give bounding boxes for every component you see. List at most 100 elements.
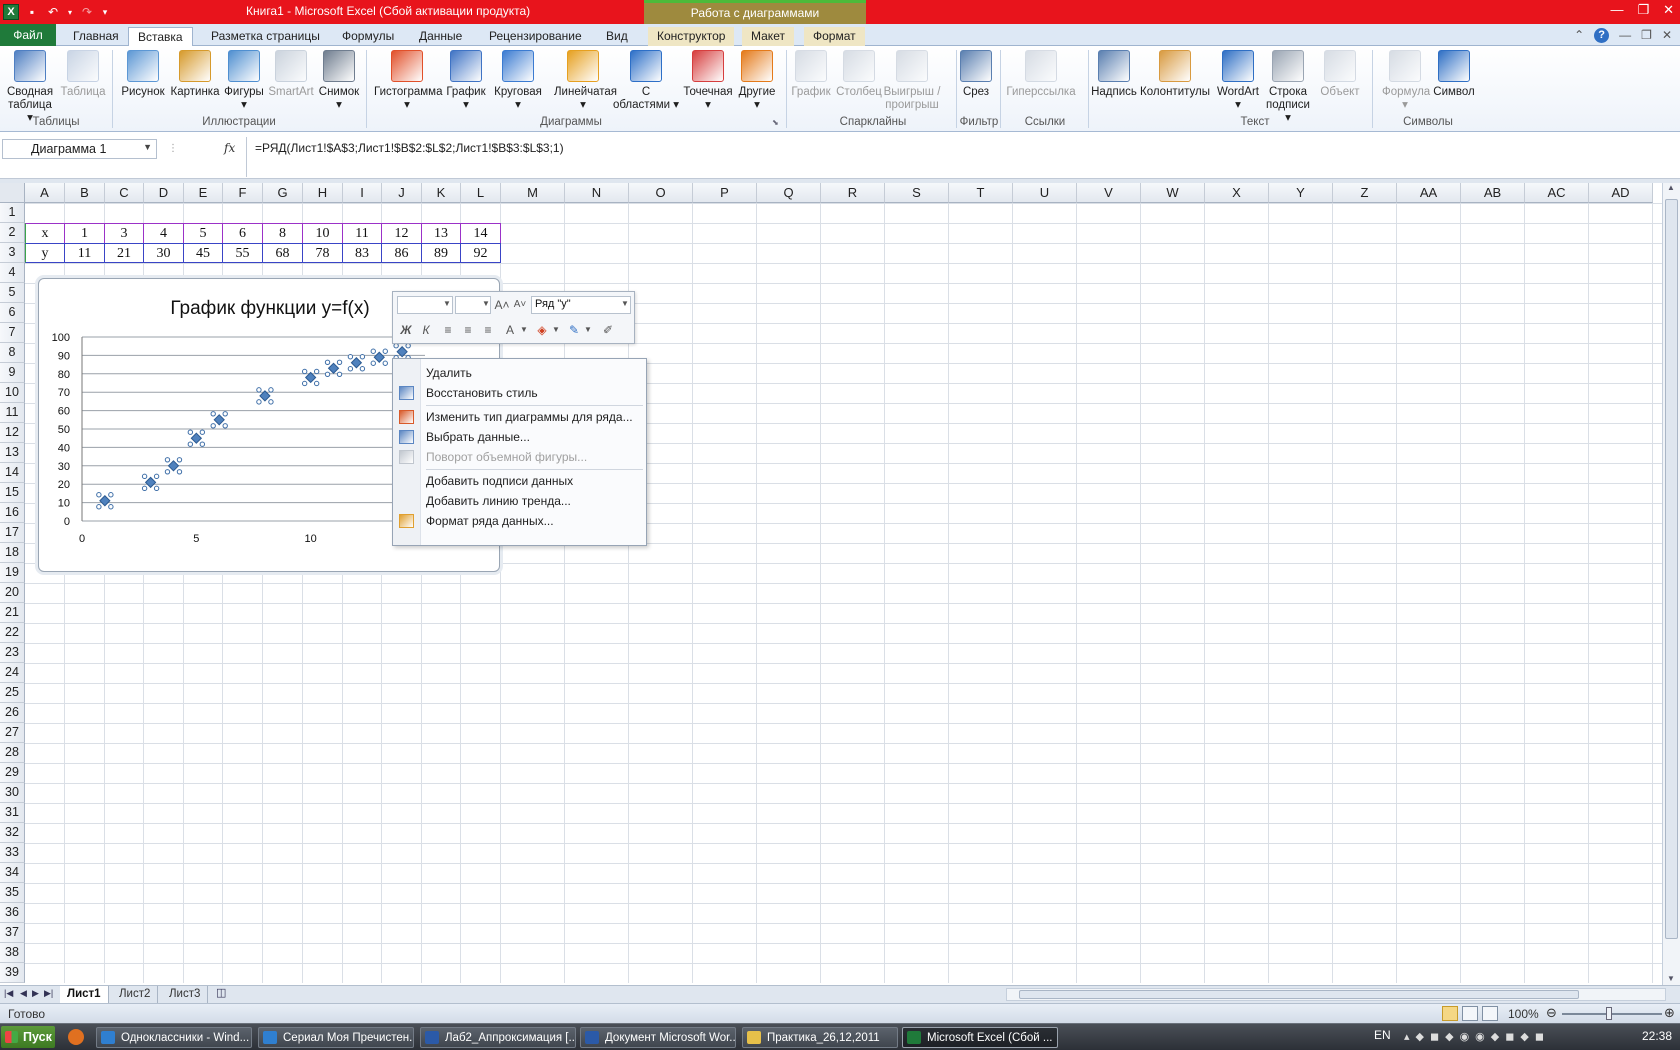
row-header[interactable]: 11 xyxy=(0,403,25,423)
ribbon-button-table[interactable]: Таблица xyxy=(58,50,108,99)
ribbon-button-picture[interactable]: Рисунок xyxy=(120,50,166,99)
horizontal-scrollbar[interactable] xyxy=(1006,988,1666,1001)
minimize-ribbon-icon[interactable]: ⌃ xyxy=(1574,28,1584,43)
row-header[interactable]: 20 xyxy=(0,583,25,603)
zoom-out-icon[interactable]: ⊖ xyxy=(1546,1005,1557,1021)
sheet-tab[interactable]: Лист1 xyxy=(60,986,109,1003)
grow-font-icon[interactable]: A˄ xyxy=(493,296,511,314)
row-header[interactable]: 5 xyxy=(0,283,25,303)
horizontal-scroll-thumb[interactable] xyxy=(1019,990,1579,999)
tab-view[interactable]: Вид xyxy=(597,27,637,46)
menu-reset-style[interactable]: Восстановить стиль xyxy=(393,383,646,403)
firefox-icon[interactable] xyxy=(68,1029,84,1045)
ribbon-button-sparkline-column[interactable]: Столбец xyxy=(836,50,882,99)
cell[interactable]: x xyxy=(25,223,65,243)
row-header[interactable]: 36 xyxy=(0,903,25,923)
row-header[interactable]: 16 xyxy=(0,503,25,523)
restore-icon[interactable]: ❐ xyxy=(1637,2,1649,18)
tray-icons[interactable]: ▴◆◼◆◉◉◆◼◆◼ xyxy=(1404,1030,1550,1043)
tab-design[interactable]: Конструктор xyxy=(648,27,735,46)
start-button[interactable]: Пуск xyxy=(1,1026,55,1048)
row-header[interactable]: 4 xyxy=(0,263,25,283)
column-header[interactable]: O xyxy=(629,183,693,203)
row-header[interactable]: 29 xyxy=(0,763,25,783)
ribbon-button-signature-line[interactable]: Строка подписи ▾ xyxy=(1262,50,1314,125)
cell[interactable]: 12 xyxy=(382,223,422,243)
clock[interactable]: 22:38 xyxy=(1642,1029,1672,1043)
row-header[interactable]: 28 xyxy=(0,743,25,763)
column-header[interactable]: W xyxy=(1141,183,1205,203)
row-header[interactable]: 14 xyxy=(0,463,25,483)
ribbon-button-shapes[interactable]: Фигуры ▾ xyxy=(222,50,266,112)
row-header[interactable]: 12 xyxy=(0,423,25,443)
italic-icon[interactable]: К xyxy=(417,321,435,339)
taskbar-button[interactable]: Лаб2_Аппроксимация [... xyxy=(420,1027,576,1048)
cell[interactable]: 45 xyxy=(184,243,223,263)
chevron-down-icon[interactable]: ▼ xyxy=(443,299,451,308)
row-header[interactable]: 10 xyxy=(0,383,25,403)
column-header[interactable]: X xyxy=(1205,183,1269,203)
page-layout-view-icon[interactable] xyxy=(1462,1006,1478,1021)
chevron-down-icon[interactable]: ▼ xyxy=(143,142,152,152)
minimize-icon[interactable]: — xyxy=(1610,2,1623,18)
shrink-font-icon[interactable]: A˅ xyxy=(511,296,529,314)
ribbon-button-header-footer[interactable]: Колонтитулы xyxy=(1140,50,1210,99)
row-header[interactable]: 25 xyxy=(0,683,25,703)
row-header[interactable]: 19 xyxy=(0,563,25,583)
column-header[interactable]: L xyxy=(461,183,501,203)
row-header[interactable]: 33 xyxy=(0,843,25,863)
row-header[interactable]: 35 xyxy=(0,883,25,903)
ribbon-button-screenshot[interactable]: Снимок ▾ xyxy=(316,50,362,112)
tab-formulas[interactable]: Формулы xyxy=(333,27,403,46)
next-sheet-icon[interactable]: ▶ xyxy=(32,988,39,999)
row-header[interactable]: 13 xyxy=(0,443,25,463)
ribbon-button-symbol[interactable]: Символ xyxy=(1430,50,1478,99)
cell[interactable]: 11 xyxy=(343,223,382,243)
row-header[interactable]: 32 xyxy=(0,823,25,843)
column-header[interactable]: E xyxy=(184,183,223,203)
row-header[interactable]: 38 xyxy=(0,943,25,963)
ribbon-button-column-chart[interactable]: Гистограмма ▾ xyxy=(374,50,442,112)
column-header[interactable]: Y xyxy=(1269,183,1333,203)
cell[interactable]: 21 xyxy=(105,243,144,263)
row-header[interactable]: 15 xyxy=(0,483,25,503)
column-header[interactable]: T xyxy=(949,183,1013,203)
row-header[interactable]: 27 xyxy=(0,723,25,743)
taskbar-button[interactable]: Сериал Моя Пречистен... xyxy=(258,1027,414,1048)
ribbon-button-bar-chart[interactable]: Линейчатая ▾ xyxy=(554,50,617,112)
data-point[interactable] xyxy=(347,354,366,372)
cell[interactable]: 11 xyxy=(65,243,105,263)
column-header[interactable]: N xyxy=(565,183,629,203)
ribbon-button-textbox[interactable]: Надпись xyxy=(1090,50,1138,99)
insert-function-icon[interactable]: fx xyxy=(224,141,235,155)
cell[interactable]: 92 xyxy=(461,243,501,263)
zoom-level[interactable]: 100% xyxy=(1508,1007,1539,1021)
tab-format[interactable]: Формат xyxy=(804,27,865,46)
column-header[interactable]: S xyxy=(885,183,949,203)
row-header[interactable]: 23 xyxy=(0,643,25,663)
tab-data[interactable]: Данные xyxy=(410,27,471,46)
sheet-tab[interactable]: Лист2 xyxy=(112,986,159,1003)
column-header[interactable]: V xyxy=(1077,183,1141,203)
column-header[interactable]: I xyxy=(343,183,382,203)
row-header[interactable]: 9 xyxy=(0,363,25,383)
chart-title[interactable]: График функции y=f(x) xyxy=(170,298,369,319)
page-break-view-icon[interactable] xyxy=(1482,1006,1498,1021)
ribbon-button-object[interactable]: Объект xyxy=(1318,50,1362,99)
formula-input[interactable]: =РЯД(Лист1!$A$3;Лист1!$B$2:$L$2;Лист1!$B… xyxy=(246,137,1666,177)
data-point[interactable] xyxy=(96,492,114,510)
column-header[interactable]: K xyxy=(422,183,461,203)
cell[interactable]: 10 xyxy=(303,223,343,243)
doc-minimize-icon[interactable]: — xyxy=(1619,28,1631,43)
ribbon-button-other-charts[interactable]: Другие ▾ xyxy=(734,50,780,112)
tab-page-layout[interactable]: Разметка страницы xyxy=(202,27,329,46)
row-header[interactable]: 26 xyxy=(0,703,25,723)
last-sheet-icon[interactable]: ▶| xyxy=(44,988,53,999)
tab-insert[interactable]: Вставка xyxy=(128,27,193,46)
name-box[interactable]: Диаграмма 1 ▼ xyxy=(2,139,157,159)
tab-home[interactable]: Главная xyxy=(64,27,128,46)
ribbon-button-sparkline-line[interactable]: График xyxy=(788,50,834,99)
column-header[interactable]: Z xyxy=(1333,183,1397,203)
menu-delete[interactable]: Удалить xyxy=(393,363,646,383)
select-all-corner[interactable] xyxy=(0,183,25,203)
